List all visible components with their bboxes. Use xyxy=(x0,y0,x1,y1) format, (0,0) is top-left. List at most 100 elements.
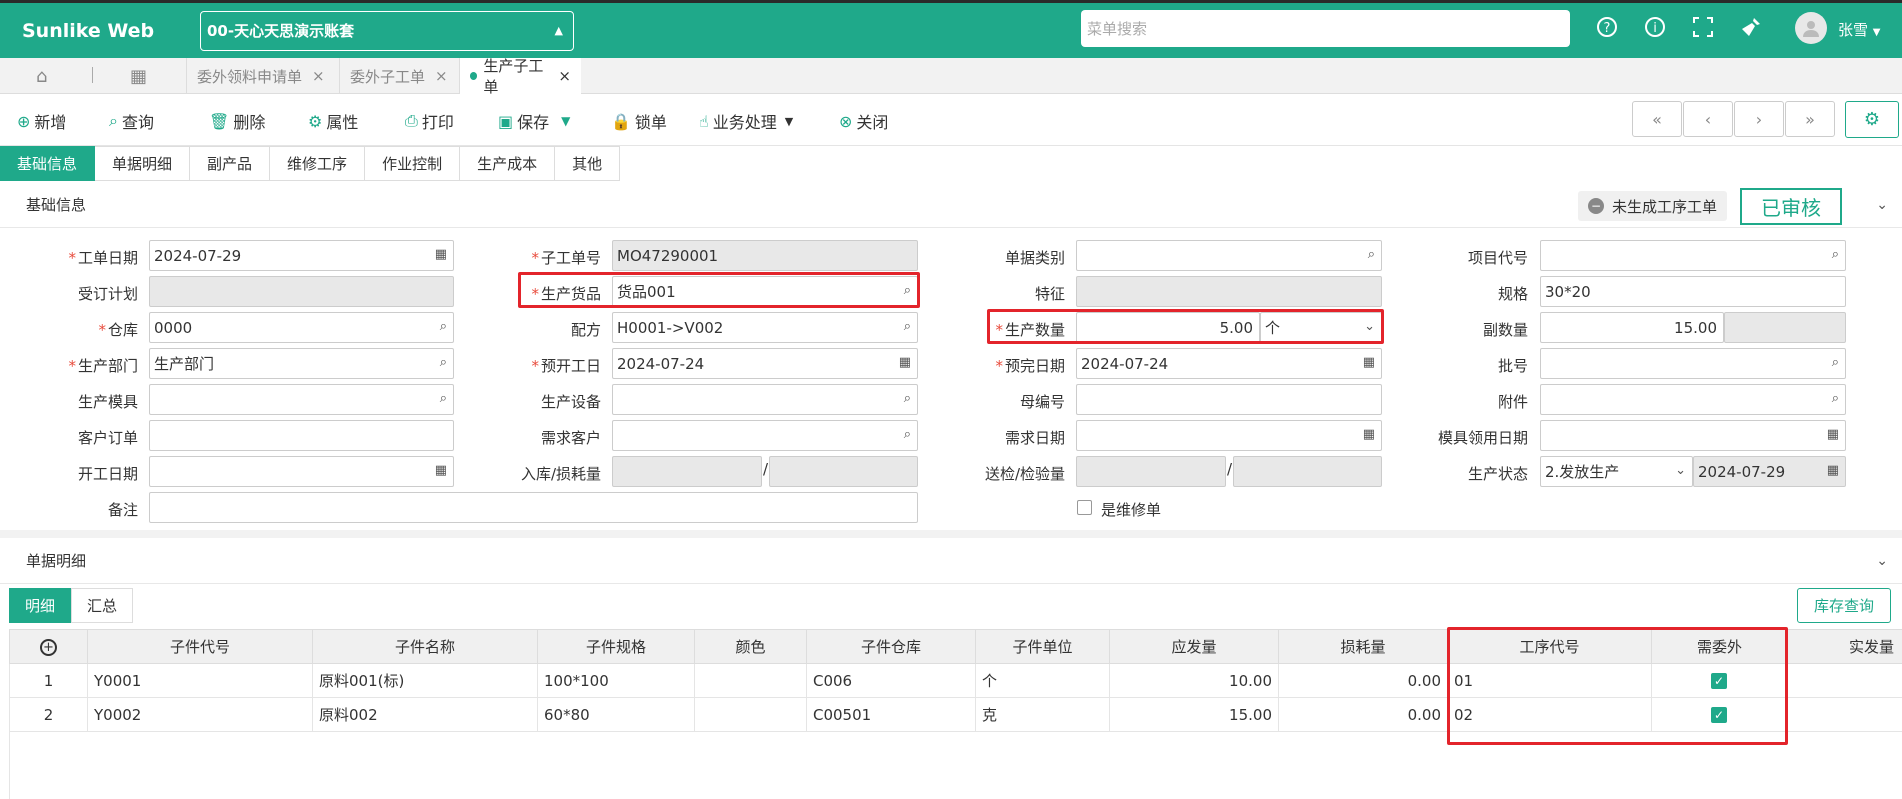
broom-icon[interactable] xyxy=(1738,14,1764,40)
close-button[interactable]: ⊗ 关闭 xyxy=(839,109,888,133)
calendar-icon[interactable]: ▦ xyxy=(435,463,447,478)
cell-color[interactable] xyxy=(694,663,807,698)
close-icon[interactable]: × xyxy=(558,67,571,85)
cell-name[interactable]: 原料001(标) xyxy=(312,663,538,698)
user-menu[interactable]: 张雪 ▼ xyxy=(1838,19,1881,40)
calendar-icon[interactable]: ▦ xyxy=(1363,355,1375,370)
formula-field[interactable]: H0001->V002 ⌕ xyxy=(612,312,918,343)
properties-button[interactable]: ⚙ 属性 xyxy=(308,109,358,133)
close-icon[interactable]: × xyxy=(312,67,325,85)
last-record-button[interactable]: » xyxy=(1785,101,1835,137)
calendar-icon[interactable]: ▦ xyxy=(435,247,447,262)
first-record-button[interactable]: « xyxy=(1632,101,1682,137)
search-icon[interactable]: ⌕ xyxy=(440,391,447,406)
remark-field[interactable] xyxy=(149,492,918,523)
home-icon[interactable]: ⌂ xyxy=(36,66,47,87)
tab-operation-control[interactable]: 作业控制 xyxy=(365,146,461,181)
tab-other[interactable]: 其他 xyxy=(555,146,621,181)
new-button[interactable]: ⊕ 新增 xyxy=(17,109,66,133)
tab-detail-list[interactable]: 明细 xyxy=(9,588,72,623)
cell-color[interactable] xyxy=(694,697,807,732)
tab-repair-process[interactable]: 维修工序 xyxy=(270,146,366,181)
cell-name[interactable]: 原料002 xyxy=(312,697,538,732)
cell-loss[interactable]: 0.00 xyxy=(1278,663,1448,698)
tab-detail[interactable]: 单据明细 xyxy=(95,146,191,181)
search-icon[interactable]: ⌕ xyxy=(1832,355,1839,370)
search-icon[interactable]: ⌕ xyxy=(904,427,911,442)
cell-actual[interactable] xyxy=(1787,663,1902,698)
spec-field[interactable]: 30*20 xyxy=(1540,276,1846,307)
tab-basic-info[interactable]: 基础信息 xyxy=(0,146,96,181)
start-date-field[interactable]: 2024-07-24 ▦ xyxy=(612,348,918,379)
query-button[interactable]: ⌕ 查询 xyxy=(109,109,154,133)
chevron-down-icon[interactable]: ⌄ xyxy=(1876,197,1888,213)
tab-production-cost[interactable]: 生产成本 xyxy=(460,146,556,181)
search-icon[interactable]: ⌕ xyxy=(904,391,911,406)
equipment-field[interactable]: ⌕ xyxy=(612,384,918,415)
cell-spec[interactable]: 100*100 xyxy=(537,663,695,698)
cell-loss[interactable]: 0.00 xyxy=(1278,697,1448,732)
search-icon[interactable]: ⌕ xyxy=(904,319,911,334)
business-button[interactable]: ☝ 业务处理 ▼ xyxy=(699,109,793,133)
demand-cust-field[interactable]: ⌕ xyxy=(612,420,918,451)
cell-unit[interactable]: 克 xyxy=(975,697,1110,732)
prev-record-button[interactable]: ‹ xyxy=(1683,101,1733,137)
repair-checkbox[interactable] xyxy=(1077,500,1092,515)
search-icon[interactable]: ⌕ xyxy=(1832,391,1839,406)
open-date-field[interactable]: ▦ xyxy=(149,456,454,487)
work-date-field[interactable]: 2024-07-29 ▦ xyxy=(149,240,454,271)
project-field[interactable]: ⌕ xyxy=(1540,240,1846,271)
stock-query-button[interactable]: 库存查询 xyxy=(1797,588,1891,623)
search-icon[interactable]: ⌕ xyxy=(440,319,447,334)
print-button[interactable]: ⎙ 打印 xyxy=(405,109,454,133)
doc-tab-outsource-request[interactable]: 委外领料申请单 × xyxy=(186,58,339,94)
settings-button[interactable]: ⚙ xyxy=(1845,101,1899,138)
cell-qty[interactable]: 10.00 xyxy=(1109,663,1279,698)
close-icon[interactable]: × xyxy=(435,67,448,85)
cell-unit[interactable]: 个 xyxy=(975,663,1110,698)
cell-warehouse[interactable]: C006 xyxy=(806,663,976,698)
save-button[interactable]: ▣ 保存 ▼ xyxy=(498,109,570,133)
cust-order-field[interactable] xyxy=(149,420,454,451)
lock-button[interactable]: 🔒 锁单 xyxy=(611,109,667,133)
apps-grid-icon[interactable]: ▦ xyxy=(130,66,147,87)
tab-byproduct[interactable]: 副产品 xyxy=(190,146,271,181)
batch-field[interactable]: ⌕ xyxy=(1540,348,1846,379)
demand-date-field[interactable]: ▦ xyxy=(1076,420,1382,451)
account-selector[interactable]: 00-天心天思演示账套 ▲ xyxy=(200,10,574,51)
calendar-icon[interactable]: ▦ xyxy=(1827,427,1839,442)
cell-qty[interactable]: 15.00 xyxy=(1109,697,1279,732)
avatar[interactable] xyxy=(1795,12,1827,44)
sub-qty-field[interactable]: 15.00 xyxy=(1540,312,1724,343)
status-select[interactable]: 2.发放生产 ⌄ xyxy=(1540,456,1693,487)
search-icon[interactable]: ⌕ xyxy=(1832,247,1839,262)
cell-actual[interactable] xyxy=(1787,697,1902,732)
dept-field[interactable]: 生产部门 ⌕ xyxy=(149,348,454,379)
calendar-icon[interactable]: ▦ xyxy=(1363,427,1375,442)
finish-date-field[interactable]: 2024-07-24 ▦ xyxy=(1076,348,1382,379)
warehouse-field[interactable]: 0000 ⌕ xyxy=(149,312,454,343)
doc-type-field[interactable]: ⌕ xyxy=(1076,240,1382,271)
cell-code[interactable]: Y0002 xyxy=(87,697,313,732)
menu-search-input[interactable]: 菜单搜索 xyxy=(1081,10,1570,47)
doc-tab-outsource-sub-order[interactable]: 委外子工单 × xyxy=(339,58,459,94)
next-record-button[interactable]: › xyxy=(1734,101,1784,137)
tab-summary[interactable]: 汇总 xyxy=(71,588,134,623)
add-row-button[interactable]: + xyxy=(9,629,88,664)
parent-no-field[interactable] xyxy=(1076,384,1382,415)
calendar-icon[interactable]: ▦ xyxy=(899,355,911,370)
info-icon[interactable]: i xyxy=(1642,14,1668,40)
cell-code[interactable]: Y0001 xyxy=(87,663,313,698)
mold-field[interactable]: ⌕ xyxy=(149,384,454,415)
search-icon[interactable]: ⌕ xyxy=(440,355,447,370)
search-icon[interactable]: ⌕ xyxy=(1368,247,1375,262)
attachment-field[interactable]: ⌕ xyxy=(1540,384,1846,415)
chevron-down-icon[interactable]: ⌄ xyxy=(1876,553,1888,569)
doc-tab-production-sub-order[interactable]: 生产子工单 × xyxy=(459,57,581,96)
fullscreen-icon[interactable] xyxy=(1690,14,1716,40)
mold-date-field[interactable]: ▦ xyxy=(1540,420,1846,451)
help-icon[interactable]: ? xyxy=(1594,14,1620,40)
delete-button[interactable]: 🗑 删除 xyxy=(209,109,265,133)
chevron-down-icon[interactable]: ▼ xyxy=(561,114,570,128)
cell-spec[interactable]: 60*80 xyxy=(537,697,695,732)
